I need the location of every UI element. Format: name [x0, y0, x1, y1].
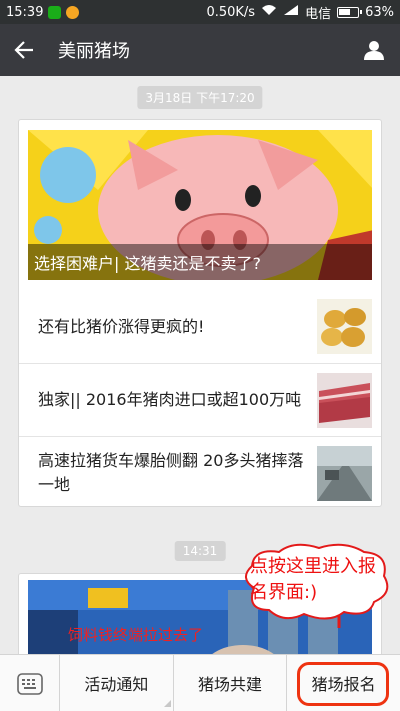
- article-title: 高速拉猪货车爆胎侧翻 20多头猪摔落一地: [38, 451, 304, 494]
- article-row[interactable]: 独家|| 2016年猪肉进口或超100万吨: [19, 363, 381, 436]
- timestamp: 3月18日 下午17:20: [137, 86, 263, 109]
- article-title: 独家|| 2016年猪肉进口或超100万吨: [38, 390, 302, 409]
- video-caption: 饲料钱终端拉过去了: [68, 626, 204, 644]
- keyboard-toggle-button[interactable]: [0, 655, 60, 711]
- back-button[interactable]: [0, 24, 48, 76]
- page-title: 美丽猪场: [58, 41, 130, 62]
- network-speed: 0.50K/s: [206, 4, 256, 20]
- article-title: 还有比猪价涨得更疯的!: [38, 316, 205, 336]
- highway-thumbnail: [317, 445, 372, 501]
- news-card[interactable]: 选择困难户| 这猪卖还是不卖了? 还有比猪价涨得更疯的! 独家|| 2016年猪…: [18, 119, 382, 507]
- article-row[interactable]: 高速拉猪货车爆胎侧翻 20多头猪摔落一地: [19, 436, 381, 506]
- menu-farm-build[interactable]: 猪场共建: [174, 655, 288, 711]
- user-icon: [364, 41, 384, 60]
- weibo-icon: [66, 5, 80, 19]
- signup-highlight-ring: [297, 662, 389, 706]
- pork-thumbnail: [317, 372, 372, 428]
- battery-icon: [337, 6, 363, 18]
- profile-button[interactable]: [348, 24, 400, 76]
- timestamp: 14:31: [174, 541, 226, 561]
- clock: 15:39: [6, 4, 44, 20]
- menu-activity-notice[interactable]: 活动通知: [60, 655, 174, 711]
- bread-thumbnail: [317, 299, 372, 354]
- cover-article[interactable]: 选择困难户| 这猪卖还是不卖了?: [28, 130, 372, 280]
- annotation-bubble: 点按这里进入报名界面:): [234, 538, 394, 634]
- title-bar: 美丽猪场: [0, 24, 400, 76]
- keyboard-icon: [16, 672, 43, 695]
- signal-icon: [283, 4, 299, 20]
- article-row[interactable]: 还有比猪价涨得更疯的!: [19, 290, 381, 363]
- annotation-text: 点按这里进入报名界面:): [250, 556, 376, 603]
- wechat-icon: [48, 5, 62, 19]
- carrier-label: 电信: [305, 6, 332, 22]
- cover-title: 选择困难户| 这猪卖还是不卖了?: [28, 244, 372, 280]
- status-bar: 15:39 0.50K/s 电信 63%: [0, 0, 400, 24]
- battery-percent: 63%: [365, 4, 394, 20]
- wifi-icon: [261, 4, 277, 20]
- back-arrow-icon: [14, 41, 33, 59]
